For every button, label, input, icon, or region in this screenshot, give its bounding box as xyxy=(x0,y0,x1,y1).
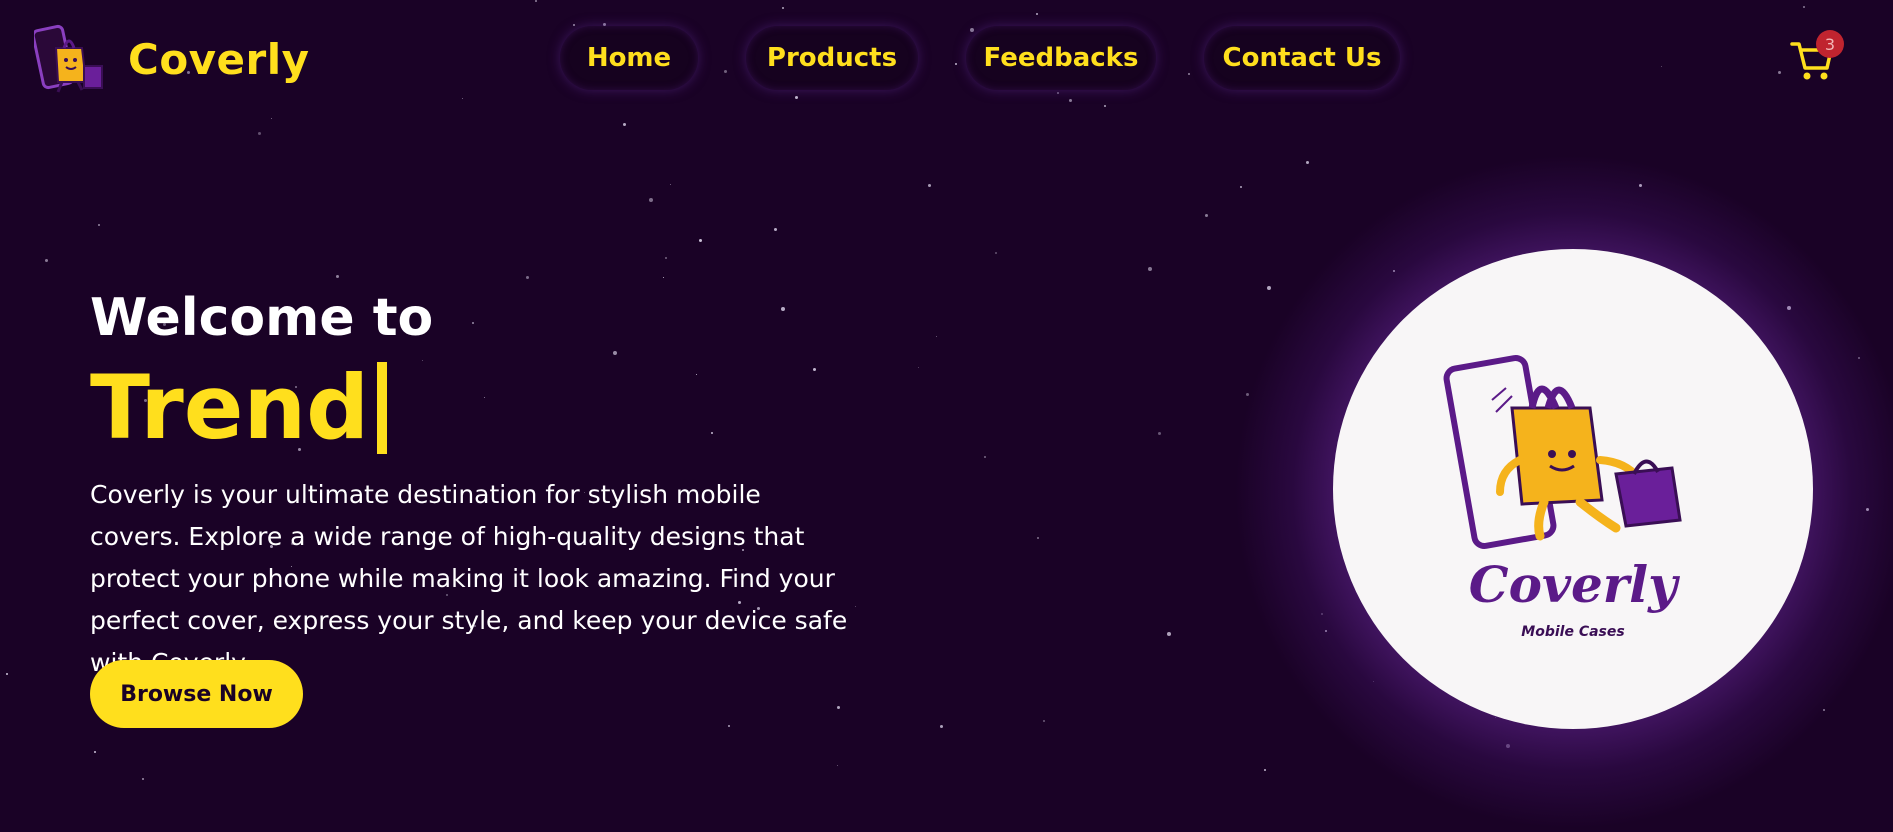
star xyxy=(1240,186,1242,188)
star xyxy=(1043,720,1045,722)
star xyxy=(984,456,986,458)
star xyxy=(781,307,785,311)
cart-count-badge: 3 xyxy=(1816,30,1844,58)
star xyxy=(711,432,713,434)
star xyxy=(336,275,339,278)
star xyxy=(623,123,626,126)
star xyxy=(918,367,919,368)
star xyxy=(649,198,653,202)
star xyxy=(484,397,485,398)
hero-typed-text: Trend xyxy=(90,356,388,459)
star xyxy=(1167,632,1171,636)
star xyxy=(928,184,931,187)
brand-logo-icon xyxy=(34,24,103,93)
star xyxy=(665,257,667,259)
star xyxy=(940,725,943,728)
nav-home[interactable]: Home xyxy=(560,26,698,90)
logo-subtitle: Mobile Cases xyxy=(1521,624,1625,640)
star xyxy=(472,322,474,324)
browse-now-button[interactable]: Browse Now xyxy=(90,660,303,728)
typing-caret xyxy=(377,361,388,454)
star xyxy=(696,374,697,375)
star xyxy=(258,132,261,135)
star xyxy=(45,259,48,262)
star xyxy=(1267,286,1271,290)
star xyxy=(98,224,100,226)
star xyxy=(6,673,8,675)
star xyxy=(526,276,529,279)
star xyxy=(699,239,702,242)
brand-name: Coverly xyxy=(128,34,310,84)
hero-welcome: Welcome to xyxy=(90,288,434,348)
brand[interactable]: Coverly xyxy=(34,24,310,94)
typed-word: Trend xyxy=(90,356,370,459)
star xyxy=(94,751,96,753)
nav-contact-us[interactable]: Contact Us xyxy=(1204,26,1400,90)
star xyxy=(613,351,617,355)
star xyxy=(1264,769,1266,771)
site-header: Coverly Home Products Feedbacks Contact … xyxy=(0,0,1893,120)
nav-feedbacks[interactable]: Feedbacks xyxy=(966,26,1156,90)
star xyxy=(936,336,937,337)
star xyxy=(813,368,816,371)
star xyxy=(422,360,423,361)
star xyxy=(837,706,840,709)
star xyxy=(855,606,856,607)
star xyxy=(774,228,777,231)
star xyxy=(142,778,144,780)
logo-title: Coverly xyxy=(1468,555,1678,614)
star xyxy=(1148,267,1152,271)
hero-description: Coverly is your ultimate destination for… xyxy=(90,480,848,677)
star xyxy=(1306,161,1309,164)
star xyxy=(1158,432,1161,435)
star xyxy=(995,252,997,254)
star xyxy=(837,765,838,766)
star xyxy=(670,184,671,185)
nav-products[interactable]: Products xyxy=(746,26,918,90)
star xyxy=(728,725,730,727)
star xyxy=(1037,537,1039,539)
star xyxy=(1205,214,1208,217)
star xyxy=(663,277,664,278)
shopping-bag-mascot-icon xyxy=(1443,355,1682,549)
